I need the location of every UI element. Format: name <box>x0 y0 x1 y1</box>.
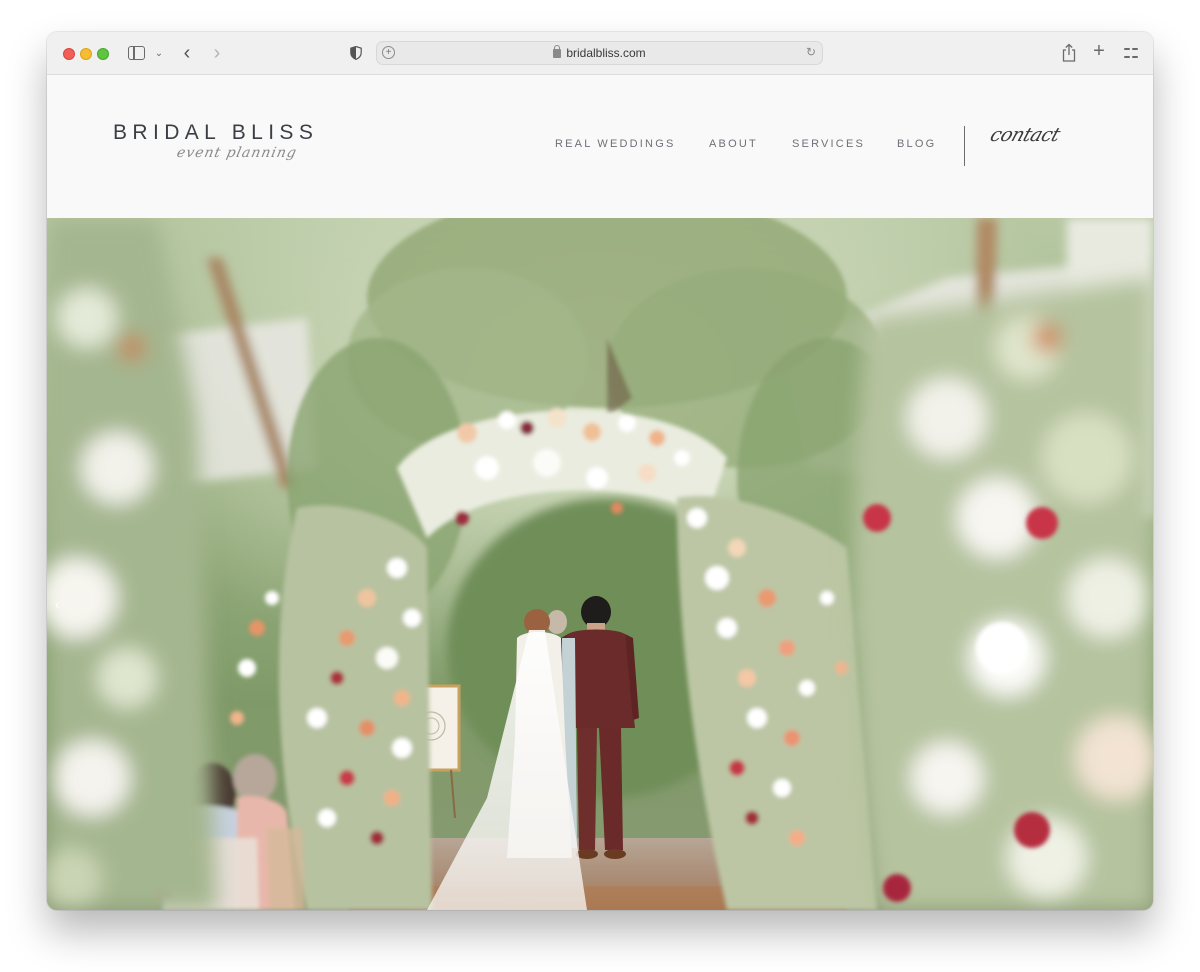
share-icon[interactable] <box>1061 43 1077 63</box>
logo-title: BRIDAL BLISS <box>113 121 319 144</box>
back-button[interactable]: ‹ <box>180 42 194 64</box>
window-maximize-button[interactable] <box>97 48 109 60</box>
hero-image: ‹ <box>47 218 1153 910</box>
logo-tagline: event planning <box>175 145 299 161</box>
nav-about[interactable]: ABOUT <box>709 138 758 150</box>
hero-photo-illustration <box>47 218 1153 910</box>
shield-icon[interactable] <box>350 46 362 60</box>
new-tab-button[interactable]: + <box>1091 40 1107 62</box>
slider-prev-arrow[interactable]: ‹ <box>55 596 60 612</box>
window-close-button[interactable] <box>63 48 75 60</box>
nav-real-weddings[interactable]: REAL WEDDINGS <box>555 138 675 150</box>
site-logo[interactable]: BRIDAL BLISS event planning <box>113 121 373 191</box>
window-minimize-button[interactable] <box>80 48 92 60</box>
nav-contact[interactable]: contact <box>987 124 1062 146</box>
reload-icon[interactable]: ↻ <box>806 45 816 59</box>
browser-window: ⌄ ‹ › + bridalbliss.com ↻ + BRIDAL BLISS… <box>47 32 1153 910</box>
lock-icon <box>553 45 562 58</box>
nav-blog[interactable]: BLOG <box>897 138 936 150</box>
nav-services[interactable]: SERVICES <box>792 138 865 150</box>
url-display[interactable]: bridalbliss.com <box>377 45 822 60</box>
grid-icon[interactable] <box>1124 46 1138 60</box>
forward-button[interactable]: › <box>210 42 224 64</box>
address-bar[interactable]: + bridalbliss.com ↻ <box>376 41 823 65</box>
url-text: bridalbliss.com <box>566 46 646 60</box>
chevron-down-icon[interactable]: ⌄ <box>153 45 165 61</box>
sidebar-icon[interactable] <box>128 46 145 60</box>
browser-toolbar: ⌄ ‹ › + bridalbliss.com ↻ + <box>47 32 1153 75</box>
nav-divider <box>964 126 965 166</box>
